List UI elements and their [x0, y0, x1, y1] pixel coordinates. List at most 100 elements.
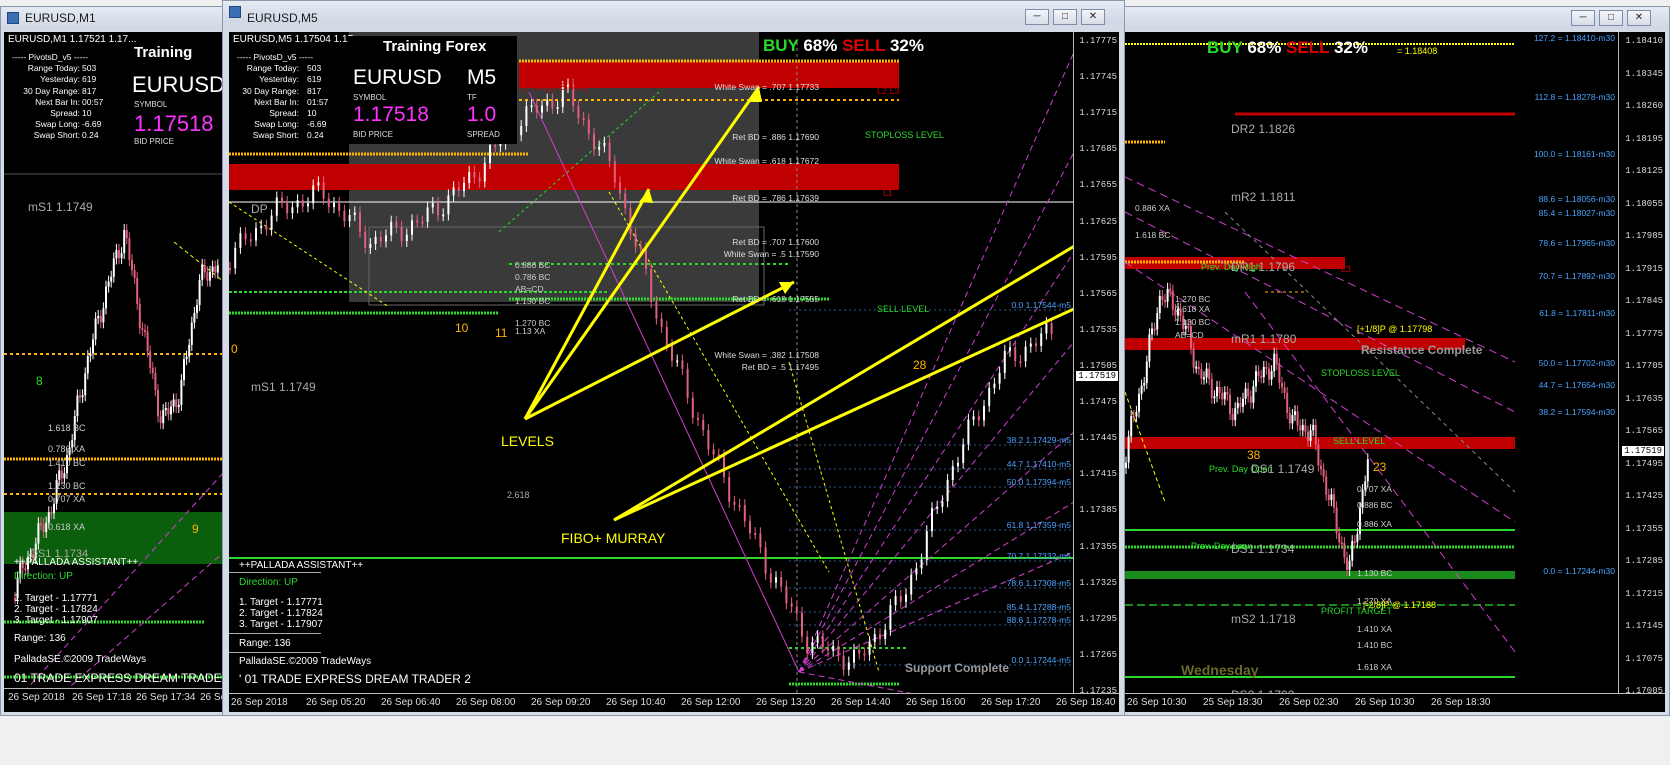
candle-body	[1366, 459, 1369, 482]
candle-body	[858, 649, 861, 654]
candle-body	[749, 521, 751, 534]
buy-sell-ratio: BUY 68% SELL 32%	[763, 36, 924, 55]
candle-body	[707, 429, 710, 450]
fib-level-label: 85.4 1.17288-m5	[1006, 602, 1071, 612]
candle-body	[988, 388, 991, 407]
time-tick: 26 Sep 18:40	[1056, 697, 1116, 708]
price-tick: 1.17775	[1079, 36, 1117, 46]
candle-body	[353, 212, 356, 216]
candle-body	[175, 399, 178, 408]
candle-body	[58, 470, 61, 480]
candle-body	[1140, 385, 1143, 394]
murray-level-label: 100.0 = 1.18161-m30	[1533, 149, 1615, 159]
window-eurusd-m5[interactable]: EURUSD,M5 ─ □ ✕ EURUSD,M5 1.17504 1.17..…	[222, 0, 1125, 716]
stoploss-level: STOPLOSS LEVEL	[865, 130, 944, 140]
candle-body	[249, 239, 252, 242]
window-titlebar[interactable]: EURUSD,M1	[1, 7, 225, 29]
info-label: Swap Long:	[254, 119, 299, 130]
candle-body	[281, 197, 283, 202]
candle-body	[780, 577, 783, 587]
candle-body	[296, 200, 299, 208]
time-tick: 26 Sep 2018	[8, 692, 65, 703]
candle-body	[1231, 414, 1234, 421]
price-tick: 1.17635	[1625, 393, 1663, 404]
candle-body	[1338, 533, 1341, 543]
candle-body	[1268, 368, 1270, 380]
pallada-assistant-panel: ++PALLADA ASSISTANT++ Direction: UP 1. T…	[14, 557, 224, 697]
candle-body	[483, 162, 486, 182]
candle-body	[946, 480, 949, 502]
minimize-button[interactable]: ─	[1025, 9, 1049, 25]
info-label: ----- PivotsD_v5 -----	[237, 52, 314, 62]
harmonic-level-label: Ret BD = .618 1.17555	[732, 294, 819, 304]
candle-body	[209, 271, 211, 281]
candle-body	[136, 277, 139, 304]
candle-body	[1288, 412, 1291, 424]
candle-body	[915, 568, 918, 575]
resistance-complete: Resistance Complete	[1361, 343, 1483, 357]
harmonic-label: 1.618 XA	[1357, 662, 1392, 672]
fib-level-label: 88.6 1.17278-m5	[1006, 615, 1071, 625]
candle-body	[587, 119, 590, 134]
candle-body	[1353, 541, 1356, 544]
close-button[interactable]: ✕	[1627, 10, 1651, 26]
candle-body	[1216, 386, 1218, 397]
candle-body	[97, 316, 100, 319]
minimize-button[interactable]: ─	[1571, 10, 1595, 26]
window-titlebar[interactable]: ─ □ ✕	[1121, 7, 1669, 29]
candle-body	[63, 473, 66, 479]
candle-body	[473, 171, 476, 178]
candle-body	[879, 634, 881, 640]
candle-body	[686, 368, 689, 398]
candle-body	[1156, 313, 1159, 330]
info-value: 503	[307, 63, 322, 74]
prev-day-high: Prev. Day High	[1201, 262, 1261, 272]
candle-body	[79, 395, 81, 398]
window-eurusd-m30[interactable]: ─ □ ✕ BUY 68% SELL 32% DR2 1.1826 mR2 1.…	[1120, 6, 1670, 716]
price-tick: 1.17915	[1625, 263, 1663, 274]
price-tick: 1.17145	[1625, 621, 1663, 631]
candle-body	[1148, 334, 1151, 362]
maximize-button[interactable]: □	[1053, 9, 1077, 25]
candle-body	[603, 142, 606, 147]
info-value: 619	[307, 74, 322, 85]
candle-body	[411, 220, 413, 235]
candle-body	[1257, 371, 1260, 376]
candle-body	[931, 508, 933, 532]
candle-body	[681, 360, 684, 369]
candle-body	[463, 182, 465, 192]
close-button[interactable]: ✕	[1081, 9, 1105, 25]
candle-body	[348, 215, 351, 222]
candle-body	[120, 253, 123, 259]
info-row: Swap Long: -6.69	[233, 119, 345, 130]
harmonic-label: 0.618 XA	[48, 522, 86, 532]
candle-body	[99, 316, 102, 323]
chart-area[interactable]: BUY 68% SELL 32% DR2 1.1826 mR2 1.1811 DR1…	[1125, 32, 1665, 712]
time-tick: 26 Sep 16:00	[906, 697, 966, 708]
candle-body	[94, 318, 97, 340]
candle-body	[769, 573, 772, 583]
candle-body	[785, 586, 788, 604]
chart-area[interactable]: EURUSD,M5 1.17504 1.17... ----- PivotsD_…	[229, 32, 1119, 712]
candle-body	[89, 353, 92, 357]
candle-body	[910, 574, 913, 595]
murray-level-label: 88.6 = 1.18056-m30	[1538, 194, 1615, 204]
info-row: Spread: 10	[233, 108, 345, 119]
dp-label: DP	[251, 202, 268, 216]
candle-body	[1221, 393, 1224, 400]
candle-body	[1265, 366, 1268, 369]
candle-body	[385, 235, 387, 242]
time-axis: 26 Sep 2018 26 Sep 17:18 26 Sep 17:34 26 Se…	[4, 688, 224, 709]
harmonic-level-label: Ret BD = .707 1.17600	[732, 237, 819, 247]
info-label: 30 Day Range:	[242, 85, 299, 96]
candle-body	[1171, 290, 1174, 310]
window-titlebar[interactable]: EURUSD,M5 ─ □ ✕	[223, 1, 1124, 25]
time-tick: 26 Sep 14:40	[831, 697, 891, 708]
candle-body	[1244, 388, 1247, 399]
window-eurusd-m1[interactable]: EURUSD,M1 EURUSD,M1 1.17521 1.17... ----…	[0, 6, 226, 716]
maximize-button[interactable]: □	[1599, 10, 1623, 26]
candle-body	[131, 260, 133, 271]
chart-area[interactable]: EURUSD,M1 1.17521 1.17... ----- PivotsD_…	[4, 32, 224, 712]
candle-body	[1299, 425, 1302, 431]
candle-body	[868, 641, 871, 655]
